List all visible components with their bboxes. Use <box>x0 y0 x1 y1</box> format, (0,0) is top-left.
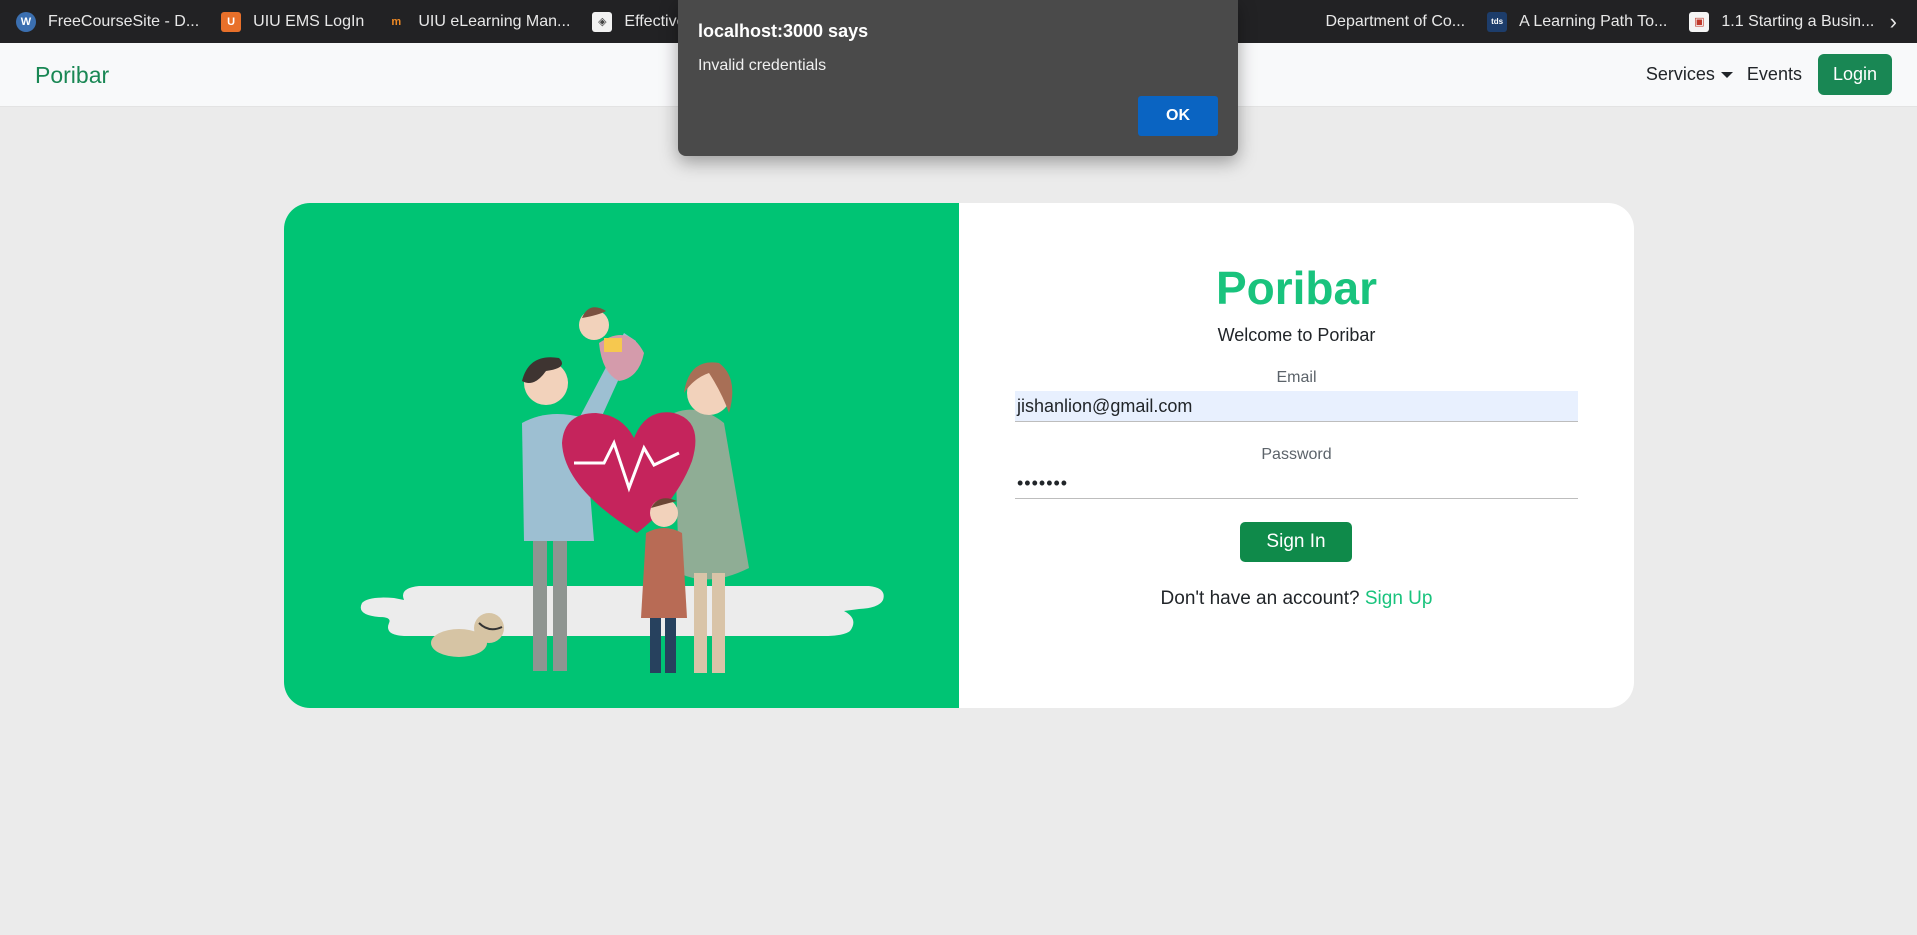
alert-dialog: localhost:3000 says Invalid credentials … <box>678 0 1238 156</box>
navbar-brand[interactable]: Poribar <box>35 62 109 89</box>
resume-icon: ◈ <box>592 11 613 32</box>
login-card: Poribar Welcome to Poribar Email jishanl… <box>284 203 1634 708</box>
bookmark-label: FreeCourseSite - D... <box>48 12 200 30</box>
signup-prompt: Don't have an account? Sign Up <box>959 588 1634 610</box>
events-link[interactable]: Events <box>1747 64 1802 85</box>
bookmark-label: 1.1 Starting a Busin... <box>1721 12 1875 30</box>
services-dropdown[interactable]: Services <box>1646 64 1733 85</box>
password-label: Password <box>1261 446 1332 463</box>
bookmark-label: UIU eLearning Man... <box>418 12 571 30</box>
presentation-icon: ▣ <box>1689 11 1710 32</box>
dialog-message: Invalid credentials <box>698 57 827 74</box>
family-illustration <box>360 307 884 673</box>
wordpress-icon: W <box>16 11 36 32</box>
uiu-icon: U <box>221 11 242 32</box>
email-field[interactable]: jishanlion@gmail.com <box>1015 391 1578 422</box>
bookmark-label: Department of Co... <box>1325 12 1466 30</box>
login-form: Poribar Welcome to Poribar Email jishanl… <box>959 203 1634 708</box>
bookmark-learning-path[interactable]: tds A Learning Path To... <box>1487 11 1668 32</box>
signup-prompt-text: Don't have an account? <box>1160 588 1360 609</box>
moodle-icon: m <box>391 15 402 28</box>
bookmark-label: UIU EMS LogIn <box>253 12 365 30</box>
caret-down-icon <box>1720 71 1733 78</box>
nav-links: Services Events Login <box>1646 54 1892 95</box>
bookmark-uiu-ems[interactable]: U UIU EMS LogIn <box>221 11 365 32</box>
welcome-text: Welcome to Poribar <box>1217 325 1376 345</box>
family-illustration-panel <box>284 203 959 708</box>
password-field[interactable]: ••••••• <box>1015 468 1578 499</box>
ok-button[interactable]: OK <box>1138 96 1218 136</box>
sign-up-link[interactable]: Sign Up <box>1365 588 1433 609</box>
bookmark-label: A Learning Path To... <box>1519 12 1668 30</box>
dialog-title: localhost:3000 says <box>698 21 869 41</box>
bookmark-department[interactable]: Department of Co... <box>1325 13 1465 31</box>
sign-in-button[interactable]: Sign In <box>1240 522 1352 562</box>
services-label: Services <box>1645 64 1715 84</box>
tds-icon: tds <box>1487 11 1508 32</box>
login-button[interactable]: Login <box>1817 54 1892 95</box>
form-title: Poribar <box>1215 262 1378 314</box>
bookmark-uiu-elearning[interactable]: m UIU eLearning Man... <box>386 12 570 32</box>
chevron-right-icon[interactable]: › <box>1890 9 1897 35</box>
email-label: Email <box>1276 369 1317 386</box>
bookmark-freecoursesite[interactable]: W FreeCourseSite - D... <box>16 11 200 32</box>
bookmark-starting-business[interactable]: ▣ 1.1 Starting a Busin... <box>1689 11 1875 32</box>
